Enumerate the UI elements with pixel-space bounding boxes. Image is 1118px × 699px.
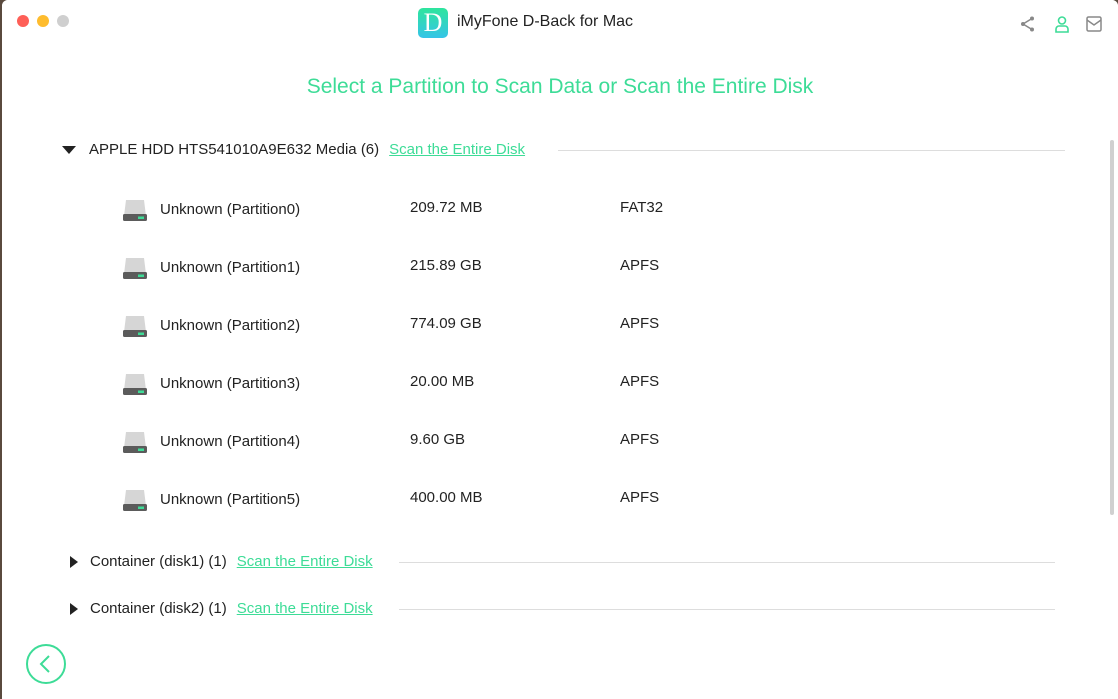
page-title: Select a Partition to Scan Data or Scan … <box>306 75 814 98</box>
partition-row[interactable]: Unknown (Partition5) 400.00 MB APFS <box>122 484 722 514</box>
partition-size: 20.00 MB <box>410 373 475 390</box>
partition-filesystem: APFS <box>620 489 660 506</box>
partition-filesystem: APFS <box>620 431 660 448</box>
disk-label: Container (disk1) (1) <box>90 553 227 570</box>
partition-name: Unknown (Partition1) <box>160 259 301 276</box>
partition-name: Unknown (Partition2) <box>160 317 301 334</box>
partition-filesystem: FAT32 <box>620 199 664 216</box>
hard-drive-icon <box>123 374 147 395</box>
scan-entire-disk-link[interactable]: Scan the Entire Disk <box>237 600 373 617</box>
partition-filesystem: APFS <box>620 315 660 332</box>
disk-label: APPLE HDD HTS541010A9E632 Media (6) <box>89 141 380 158</box>
hard-drive-icon <box>123 316 147 337</box>
zoom-window-button[interactable] <box>57 15 69 27</box>
scrollbar[interactable] <box>1110 140 1114 515</box>
partition-size: 774.09 GB <box>410 315 482 332</box>
divider <box>558 150 1065 151</box>
divider <box>399 609 1055 610</box>
share-icon[interactable] <box>1019 15 1037 33</box>
partition-name: Unknown (Partition3) <box>160 375 301 392</box>
partition-size: 209.72 MB <box>410 199 483 216</box>
back-button[interactable] <box>26 644 66 684</box>
disk-label: Container (disk2) (1) <box>90 600 227 617</box>
partition-size: 215.89 GB <box>410 257 482 274</box>
partition-row[interactable]: Unknown (Partition1) 215.89 GB APFS <box>122 252 722 282</box>
disk-row[interactable]: Container (disk2) (1) Scan the Entire Di… <box>64 600 373 617</box>
partition-filesystem: APFS <box>620 373 660 390</box>
partition-size: 9.60 GB <box>410 431 466 448</box>
partition-name: Unknown (Partition0) <box>160 201 301 218</box>
disk-row[interactable]: APPLE HDD HTS541010A9E632 Media (6) Scan… <box>62 141 525 158</box>
close-window-button[interactable] <box>17 15 29 27</box>
app-window: D iMyFone D-Back for Mac Select a Partit… <box>2 0 1118 699</box>
partition-row[interactable]: Unknown (Partition2) 774.09 GB APFS <box>122 310 722 340</box>
chevron-left-icon <box>39 655 50 673</box>
partition-name: Unknown (Partition5) <box>160 491 301 508</box>
title-bar: D iMyFone D-Back for Mac <box>2 0 1118 44</box>
app-logo: D <box>418 8 448 38</box>
partition-row[interactable]: Unknown (Partition3) 20.00 MB APFS <box>122 368 722 398</box>
disk-row[interactable]: Container (disk1) (1) Scan the Entire Di… <box>64 553 373 570</box>
minimize-window-button[interactable] <box>37 15 49 27</box>
collapse-triangle-icon[interactable] <box>62 145 76 154</box>
expand-triangle-icon[interactable] <box>70 555 78 568</box>
hard-drive-icon <box>123 200 147 221</box>
scan-entire-disk-link[interactable]: Scan the Entire Disk <box>389 141 525 158</box>
partition-row[interactable]: Unknown (Partition0) 209.72 MB FAT32 <box>122 194 722 224</box>
hard-drive-icon <box>123 258 147 279</box>
partition-size: 400.00 MB <box>410 489 483 506</box>
app-title: iMyFone D-Back for Mac <box>457 13 634 30</box>
hard-drive-icon <box>123 432 147 453</box>
expand-triangle-icon[interactable] <box>70 602 78 615</box>
partition-row[interactable]: Unknown (Partition4) 9.60 GB APFS <box>122 426 722 456</box>
user-icon[interactable] <box>1053 15 1071 33</box>
partition-filesystem: APFS <box>620 257 660 274</box>
partition-name: Unknown (Partition4) <box>160 433 301 450</box>
divider <box>399 562 1055 563</box>
scan-entire-disk-link[interactable]: Scan the Entire Disk <box>237 553 373 570</box>
mail-icon[interactable] <box>1085 15 1103 33</box>
hard-drive-icon <box>123 490 147 511</box>
